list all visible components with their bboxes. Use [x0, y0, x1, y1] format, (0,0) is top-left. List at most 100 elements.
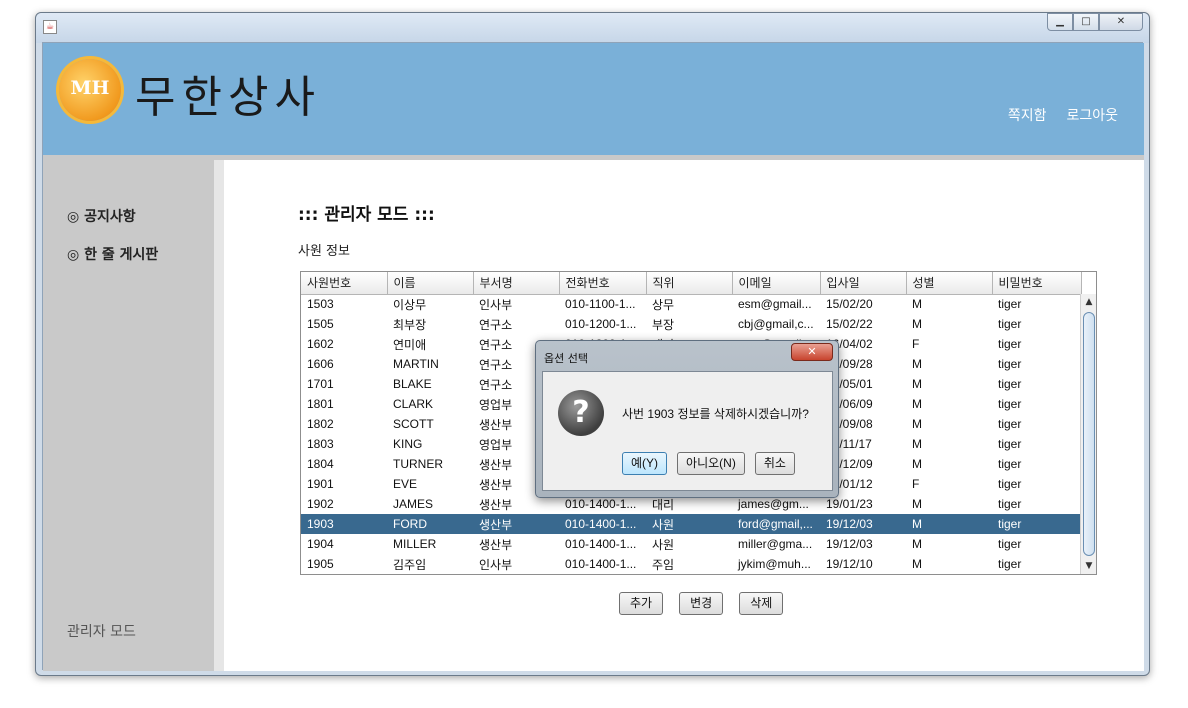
question-icon: ? [558, 390, 604, 436]
table-cell: 1503 [307, 297, 334, 312]
table-cell: cbj@gmail,c... [738, 317, 814, 331]
table-cell: tiger [998, 397, 1022, 411]
table-cell: 이상무 [393, 297, 427, 312]
dialog-close-icon[interactable]: ✕ [791, 343, 833, 361]
table-cell: SCOTT [393, 417, 434, 431]
scroll-down-icon[interactable]: ▼ [1081, 558, 1096, 574]
table-cell: 상무 [652, 297, 675, 312]
table-cell: tiger [998, 377, 1022, 391]
table-cell: JAMES [393, 497, 434, 511]
column-header[interactable]: 직위 [646, 272, 733, 295]
table-cell: 인사부 [479, 557, 513, 572]
table-cell: 1801 [307, 397, 334, 411]
table-cell: M [912, 317, 922, 331]
table-cell: tiger [998, 357, 1022, 371]
dialog-buttons: 예(Y) 아니오(N) 취소 [622, 452, 795, 475]
table-row[interactable]: 1505 최부장 연구소 010-1200-1... 부장 cbj@gmail,c... 1… [301, 314, 1081, 334]
confirm-dialog: 옵션 선택 ✕ ? 사번 1903 정보를 삭제하시겠습니까? 예(Y) 아니오… [535, 340, 839, 498]
header-links: 쪽지함 로그아웃 [1008, 105, 1118, 125]
table-cell: M [906, 514, 992, 534]
table-cell: 15/02/22 [826, 317, 873, 331]
table-cell: tiger [998, 337, 1022, 351]
logout-link[interactable]: 로그아웃 [1066, 105, 1118, 125]
vertical-scrollbar[interactable]: ▲ ▼ [1080, 294, 1096, 574]
table-cell: 1902 [307, 497, 334, 511]
table-cell: 010-1400-1... [565, 537, 637, 551]
yes-button[interactable]: 예(Y) [622, 452, 668, 475]
table-cell: miller@gma... [738, 537, 813, 551]
table-row[interactable]: 1503 이상무 인사부 010-1100-1... 상무 esm@gmail... 15/… [301, 294, 1081, 314]
cancel-button[interactable]: 취소 [754, 452, 795, 475]
table-cell: tiger [998, 437, 1022, 451]
column-header[interactable]: 이메일 [732, 272, 821, 295]
table-cell: 연미애 [393, 337, 427, 352]
column-header[interactable]: 전화번호 [559, 272, 647, 295]
table-cell: 연구소 [479, 317, 513, 332]
table-row[interactable]: 1903 FORD 생산부 010-1400-1... 사원 ford@gmail,...… [301, 514, 1081, 534]
table-cell: 1701 [307, 377, 334, 391]
table-cell: 주임 [652, 557, 675, 572]
column-header[interactable]: 이름 [387, 272, 474, 295]
table-cell: 15/02/20 [826, 297, 873, 312]
table-cell: 1802 [307, 417, 334, 431]
table-cell: 1804 [307, 457, 334, 471]
table-cell: F [912, 337, 920, 351]
edit-button[interactable]: 변경 [679, 592, 724, 615]
table-cell: 사원 [646, 514, 732, 534]
add-button[interactable]: 추가 [619, 592, 664, 615]
table-cell: 1602 [307, 337, 334, 351]
no-button[interactable]: 아니오(N) [677, 452, 745, 475]
table-cell: 010-1100-1... [565, 297, 636, 312]
table-cell: BLAKE [393, 377, 432, 391]
table-cell: tiger [998, 537, 1022, 551]
messages-link[interactable]: 쪽지함 [1008, 105, 1047, 125]
table-cell: tiger [998, 297, 1022, 312]
table-cell: M [912, 537, 922, 551]
table-cell: M [912, 357, 922, 371]
table-cell: MARTIN [393, 357, 439, 371]
column-header[interactable]: 비밀번호 [992, 272, 1082, 295]
table-cell: M [912, 497, 922, 511]
table-cell: 김주임 [393, 557, 427, 572]
logo: MH [59, 59, 121, 121]
header: MH 무한상사 쪽지함 로그아웃 [43, 43, 1144, 155]
title-bar[interactable]: ☕ ▁ □ ✕ [36, 13, 1149, 43]
table-row[interactable]: 1905 김주임 인사부 010-1400-1... 주임 jykim@muh... 19/… [301, 554, 1081, 574]
sidebar-footer: 관리자 모드 [67, 624, 136, 640]
table-cell: 인사부 [479, 297, 513, 312]
sidebar-item-oneline-board[interactable]: ◎ 한 줄 게시판 [67, 244, 158, 264]
table-cell: MILLER [393, 537, 437, 551]
table-cell: 1505 [307, 317, 334, 331]
column-header[interactable]: 성별 [906, 272, 993, 295]
delete-button[interactable]: 삭제 [739, 592, 784, 615]
column-header[interactable]: 사원번호 [301, 272, 388, 295]
scroll-thumb[interactable] [1083, 312, 1095, 556]
brand-title: 무한상사 [135, 72, 321, 123]
close-icon[interactable]: ✕ [1099, 13, 1143, 31]
table-cell: M [912, 297, 922, 312]
dialog-body: ? 사번 1903 정보를 삭제하시겠습니까? 예(Y) 아니오(N) 취소 [542, 371, 833, 491]
table-cell: ford@gmail,... [732, 514, 820, 534]
table-header: 사원번호 이름 부서명 전화번호 직위 이메일 입사일 성별 비밀번호 [301, 272, 1082, 295]
table-cell: KING [393, 437, 423, 451]
column-header[interactable]: 입사일 [820, 272, 907, 295]
table-cell: 1905 [307, 557, 334, 571]
page-title: ::: 관리자 모드 ::: [298, 205, 435, 225]
table-row[interactable]: 1904 MILLER 생산부 010-1400-1... 사원 miller@gma..… [301, 534, 1081, 554]
sidebar: ◎ 공지사항 ◎ 한 줄 게시판 관리자 모드 [43, 160, 214, 671]
dialog-title[interactable]: 옵션 선택 [544, 350, 588, 366]
table-cell: tiger [998, 417, 1022, 431]
table-cell: M [912, 417, 922, 431]
table-cell: tiger [998, 497, 1022, 511]
table-cell: TURNER [393, 457, 443, 471]
table-cell: 010-1400-1... [565, 557, 637, 571]
minimize-icon[interactable]: ▁ [1047, 13, 1073, 31]
java-icon[interactable]: ☕ [43, 20, 57, 34]
table-cell: M [912, 397, 922, 411]
column-header[interactable]: 부서명 [473, 272, 560, 295]
sidebar-item-notice[interactable]: ◎ 공지사항 [67, 206, 136, 226]
scroll-up-icon[interactable]: ▲ [1081, 294, 1096, 310]
table-cell: 19/12/10 [826, 557, 873, 571]
table-cell: 생산부 [473, 514, 559, 534]
maximize-icon[interactable]: □ [1073, 13, 1099, 31]
